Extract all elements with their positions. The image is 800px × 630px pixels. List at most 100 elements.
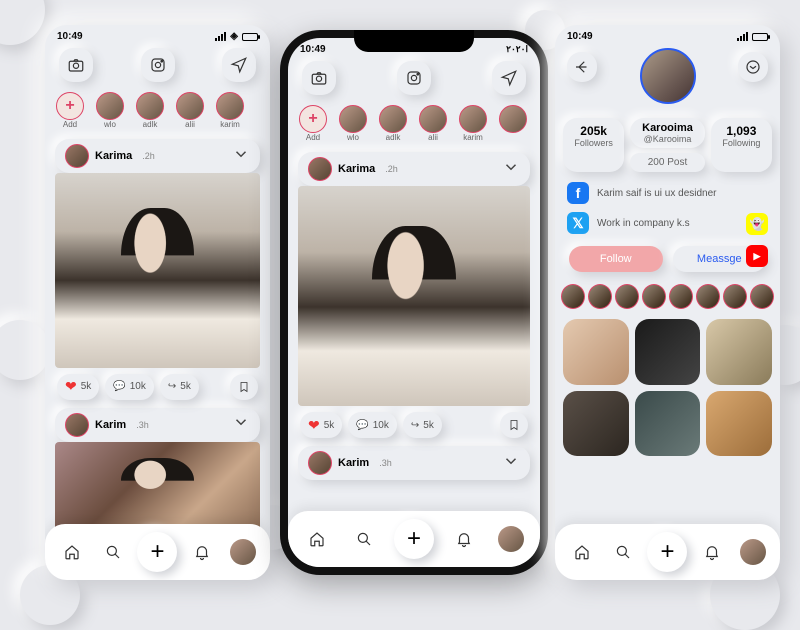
post-author[interactable]: Karim (338, 457, 369, 469)
send-button[interactable] (492, 61, 526, 95)
back-button[interactable] (567, 52, 597, 82)
highlights-row (555, 280, 780, 313)
highlight-item[interactable] (642, 284, 666, 309)
story-item[interactable]: adlk (133, 92, 167, 129)
highlight-item[interactable] (750, 284, 774, 309)
grid-post[interactable] (635, 319, 701, 385)
share-count: 5k (180, 381, 191, 392)
story-add[interactable]: Add (296, 105, 330, 142)
like-button[interactable]: ❤5k (300, 412, 342, 438)
story-item[interactable]: wlo (336, 105, 370, 142)
followers-stat[interactable]: 205kFollowers (563, 118, 624, 172)
story-item[interactable] (496, 105, 530, 142)
nav-search[interactable] (347, 522, 381, 556)
story-item[interactable]: wlo (93, 92, 127, 129)
nav-home[interactable] (300, 522, 334, 556)
story-item[interactable]: alii (416, 105, 450, 142)
post-menu-button[interactable] (232, 413, 250, 436)
share-icon: ↪ (411, 420, 419, 431)
story-item[interactable]: adlk (376, 105, 410, 142)
post-card: Karim .3h (55, 408, 260, 534)
bookmark-icon (238, 380, 250, 394)
nav-search[interactable] (606, 535, 640, 569)
post-time: .3h (136, 420, 149, 430)
follow-button[interactable]: Follow (569, 246, 663, 272)
more-button[interactable] (738, 52, 768, 82)
signal-icon (215, 32, 226, 41)
story-item[interactable]: alii (173, 92, 207, 129)
grid-post[interactable] (563, 319, 629, 385)
youtube-icon[interactable] (746, 245, 768, 267)
post-avatar[interactable] (308, 157, 332, 181)
like-count: 5k (324, 420, 335, 431)
share-button[interactable]: ↪ 5k (160, 374, 199, 400)
story-label: Add (306, 133, 320, 142)
twitter-icon[interactable]: 𝕏 (567, 212, 589, 234)
logo-button[interactable] (397, 61, 431, 95)
highlight-item[interactable] (615, 284, 639, 309)
nav-add[interactable]: + (647, 532, 687, 572)
comment-icon: 💬 (113, 381, 125, 392)
share-icon: ↪ (168, 381, 176, 392)
post-image[interactable] (55, 442, 260, 534)
send-button[interactable] (222, 48, 256, 82)
nav-add[interactable]: + (137, 532, 177, 572)
bookmark-button[interactable] (500, 412, 528, 438)
story-label: wlo (347, 133, 359, 142)
post-author[interactable]: Karima (95, 150, 132, 162)
story-add[interactable]: Add (53, 92, 87, 129)
grid-post[interactable] (563, 391, 629, 457)
post-avatar[interactable] (308, 451, 332, 475)
highlight-item[interactable] (696, 284, 720, 309)
post-card: Karim.3h (298, 446, 530, 480)
profile-screen: 10:49 205kFollowers Karooima@Karooima 20… (555, 25, 780, 580)
nav-add[interactable]: + (394, 519, 434, 559)
grid-post[interactable] (635, 391, 701, 457)
story-item[interactable]: karim (456, 105, 490, 142)
posts-stat[interactable]: 200 Post (630, 153, 705, 172)
nav-profile[interactable] (494, 522, 528, 556)
nav-activity[interactable] (185, 535, 219, 569)
camera-button[interactable] (59, 48, 93, 82)
highlight-item[interactable] (588, 284, 612, 309)
instagram-icon (405, 69, 423, 87)
like-button[interactable]: ❤5k (57, 374, 99, 400)
following-stat[interactable]: 1,093Following (711, 118, 772, 172)
bookmark-button[interactable] (230, 374, 258, 400)
facebook-icon[interactable]: f (567, 182, 589, 204)
camera-button[interactable] (302, 61, 336, 95)
nav-activity[interactable] (695, 535, 729, 569)
plus-icon: + (660, 538, 674, 566)
battery-icon (242, 33, 258, 41)
post-author[interactable]: Karima (338, 163, 375, 175)
post-avatar[interactable] (65, 144, 89, 168)
bg-bubble (0, 0, 45, 45)
nav-home[interactable] (55, 535, 89, 569)
posts-grid (555, 313, 780, 462)
post-menu-button[interactable] (502, 158, 520, 181)
post-image[interactable] (55, 173, 260, 368)
nav-profile[interactable] (226, 535, 260, 569)
highlight-item[interactable] (723, 284, 747, 309)
nav-profile[interactable] (736, 535, 770, 569)
post-menu-button[interactable] (502, 452, 520, 475)
profile-avatar[interactable] (640, 48, 696, 104)
comment-button[interactable]: 💬10k (348, 412, 397, 438)
highlight-item[interactable] (669, 284, 693, 309)
nav-home[interactable] (565, 535, 599, 569)
logo-button[interactable] (141, 48, 175, 82)
post-author[interactable]: Karim (95, 419, 126, 431)
post-image[interactable] (298, 186, 530, 406)
nav-search[interactable] (96, 535, 130, 569)
post-menu-button[interactable] (232, 145, 250, 168)
highlight-item[interactable] (561, 284, 585, 309)
post-avatar[interactable] (65, 413, 89, 437)
chevron-down-icon (502, 452, 520, 470)
snapchat-icon[interactable] (746, 213, 768, 235)
comment-button[interactable]: 💬10k (105, 374, 154, 400)
nav-activity[interactable] (447, 522, 481, 556)
grid-post[interactable] (706, 391, 772, 457)
story-item[interactable]: karim (213, 92, 247, 129)
share-button[interactable]: ↪5k (403, 412, 442, 438)
grid-post[interactable] (706, 319, 772, 385)
